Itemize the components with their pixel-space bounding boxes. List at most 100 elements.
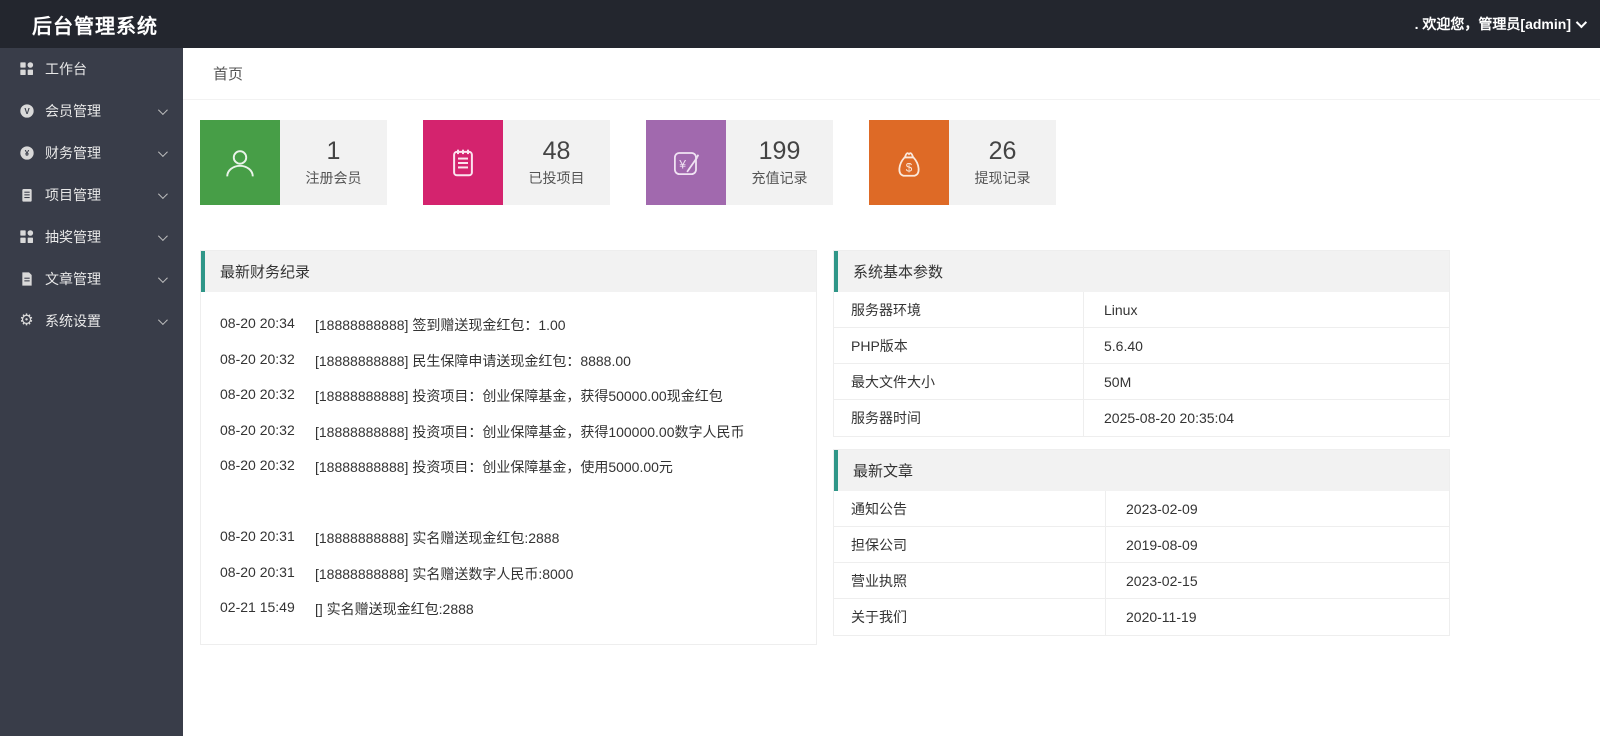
record-row: 02-21 15:49 [] 实名赠送现金红包:2888 bbox=[220, 599, 801, 620]
sidebar-item-projects[interactable]: 项目管理 bbox=[0, 174, 183, 216]
record-row: 08-20 20:31 [18888888888] 实名赠送数字人民币:8000 bbox=[220, 564, 801, 585]
article-title[interactable]: 营业执照 bbox=[834, 563, 1106, 598]
param-value: 2025-08-20 20:35:04 bbox=[1104, 410, 1234, 426]
record-text: [] 实名赠送现金红包:2888 bbox=[315, 601, 474, 617]
record-time: 08-20 20:32 bbox=[220, 457, 295, 473]
stat-value: 1 bbox=[326, 137, 341, 166]
sidebar-item-label: 文章管理 bbox=[45, 271, 101, 287]
breadcrumb-home[interactable]: 首页 bbox=[213, 63, 243, 84]
member-badge-icon: V bbox=[18, 103, 35, 120]
param-value: 5.6.40 bbox=[1104, 337, 1143, 354]
sidebar-item-workbench[interactable]: 工作台 bbox=[0, 48, 183, 90]
stat-label: 充值记录 bbox=[751, 169, 808, 186]
stat-cards: 1 注册会员 48 已投项目 ¥ 199 充值记录 $ 26 提现记录 bbox=[200, 120, 1600, 205]
sidebar-item-label: 抽奖管理 bbox=[45, 229, 101, 245]
sidebar-item-lottery[interactable]: 抽奖管理 bbox=[0, 216, 183, 258]
stat-card-withdraw-records: $ 26 提现记录 bbox=[869, 120, 1056, 205]
chevron-down-icon bbox=[157, 272, 168, 283]
record-row: 08-20 20:34 [18888888888] 签到赠送现金红包：1.00 bbox=[220, 315, 801, 336]
article-title[interactable]: 担保公司 bbox=[834, 527, 1106, 562]
article-date: 2020-11-19 bbox=[1126, 609, 1197, 625]
sidebar-item-label: 工作台 bbox=[45, 61, 87, 77]
finance-records-list: 08-20 20:34 [18888888888] 签到赠送现金红包：1.00 … bbox=[201, 292, 816, 644]
articles-table: 通知公告 2023-02-09 担保公司 2019-08-09 营业执照 202… bbox=[834, 491, 1449, 635]
yuan-circle-icon: ¥ bbox=[18, 145, 35, 162]
sidebar-item-finance[interactable]: ¥ 财务管理 bbox=[0, 132, 183, 174]
table-row: 最大文件大小 50M bbox=[834, 364, 1449, 400]
article-date: 2019-08-09 bbox=[1126, 536, 1198, 553]
record-row: 08-20 20:32 [18888888888] 投资项目：创业保障基金，获得… bbox=[220, 386, 801, 407]
main-content: 首页 1 注册会员 48 已投项目 ¥ 199 充值记录 $ 26 提现记录 最… bbox=[183, 48, 1600, 736]
record-time: 08-20 20:31 bbox=[220, 563, 295, 580]
system-params-panel: 系统基本参数 服务器环境 Linux PHP版本 5.6.40 最大文件大小 5 bbox=[833, 250, 1450, 437]
record-text: [18888888888] 民生保障申请送现金红包：8888.00 bbox=[315, 352, 631, 369]
stat-label: 已投项目 bbox=[528, 169, 585, 186]
table-row: PHP版本 5.6.40 bbox=[834, 328, 1449, 364]
grid-icon bbox=[18, 229, 35, 246]
article-title[interactable]: 通知公告 bbox=[834, 491, 1106, 526]
article-date: 2023-02-09 bbox=[1126, 500, 1198, 517]
param-label: 服务器时间 bbox=[834, 400, 1084, 436]
sidebar-item-articles[interactable]: 文章管理 bbox=[0, 258, 183, 300]
chevron-down-icon bbox=[1575, 16, 1588, 29]
record-text: [18888888888] 实名赠送数字人民币:8000 bbox=[315, 565, 574, 582]
sidebar-item-label: 会员管理 bbox=[45, 103, 101, 119]
record-time: 08-20 20:32 bbox=[220, 350, 295, 367]
system-params-table: 服务器环境 Linux PHP版本 5.6.40 最大文件大小 50M 服务器时… bbox=[834, 292, 1449, 436]
table-row: 服务器时间 2025-08-20 20:35:04 bbox=[834, 400, 1449, 436]
stat-card-members: 1 注册会员 bbox=[200, 120, 387, 205]
svg-text:¥: ¥ bbox=[24, 149, 29, 158]
record-row: 08-20 20:31 [18888888888] 实名赠送现金红包:2888 bbox=[220, 528, 801, 549]
table-row: 服务器环境 Linux bbox=[834, 292, 1449, 328]
grid-icon bbox=[18, 61, 35, 78]
table-row: 营业执照 2023-02-15 bbox=[834, 563, 1449, 599]
finance-records-panel: 最新财务纪录 08-20 20:34 [18888888888] 签到赠送现金红… bbox=[200, 250, 817, 645]
record-text: [18888888888] 投资项目：创业保障基金，使用5000.00元 bbox=[315, 459, 673, 475]
svg-text:V: V bbox=[24, 107, 30, 116]
record-time: 08-20 20:31 bbox=[220, 528, 295, 544]
chevron-down-icon bbox=[157, 230, 168, 241]
welcome-text: . 欢迎您，管理员[admin] bbox=[1414, 16, 1571, 32]
chevron-down-icon bbox=[157, 104, 168, 115]
user-menu[interactable]: . 欢迎您，管理员[admin] bbox=[1415, 14, 1600, 34]
chevron-down-icon bbox=[157, 146, 168, 157]
app-title: 后台管理系统 bbox=[32, 15, 158, 38]
stat-value: 26 bbox=[988, 137, 1017, 166]
latest-articles-panel: 最新文章 通知公告 2023-02-09 担保公司 2019-08-09 营业执… bbox=[833, 449, 1450, 636]
clipboard-icon bbox=[423, 120, 503, 205]
table-row: 担保公司 2019-08-09 bbox=[834, 527, 1449, 563]
record-text: [18888888888] 投资项目：创业保障基金，获得100000.00数字人… bbox=[315, 423, 745, 440]
stat-value: 199 bbox=[758, 137, 801, 166]
panel-title: 系统基本参数 bbox=[834, 251, 1449, 292]
param-label: 最大文件大小 bbox=[834, 364, 1084, 399]
table-row: 关于我们 2020-11-19 bbox=[834, 599, 1449, 635]
stat-label: 注册会员 bbox=[305, 169, 362, 186]
stat-label: 提现记录 bbox=[974, 169, 1031, 186]
breadcrumb-bar: 首页 bbox=[183, 48, 1600, 100]
sidebar: 工作台 V 会员管理 ¥ 财务管理 项目管理 抽奖管理 文章管理 ⚙ 系统设置 bbox=[0, 48, 183, 736]
record-row-empty bbox=[220, 493, 801, 514]
clipboard-icon bbox=[18, 187, 35, 204]
article-title[interactable]: 关于我们 bbox=[834, 599, 1106, 635]
stat-card-recharge-records: ¥ 199 充值记录 bbox=[646, 120, 833, 205]
chevron-down-icon bbox=[157, 188, 168, 199]
sidebar-item-members[interactable]: V 会员管理 bbox=[0, 90, 183, 132]
record-time: 08-20 20:32 bbox=[220, 386, 295, 402]
record-time: 08-20 20:34 bbox=[220, 315, 295, 331]
sidebar-item-label: 系统设置 bbox=[45, 313, 101, 329]
record-time: 08-20 20:32 bbox=[220, 421, 295, 438]
param-label: 服务器环境 bbox=[834, 292, 1084, 327]
chevron-down-icon bbox=[157, 314, 168, 325]
yuan-edit-icon: ¥ bbox=[646, 120, 726, 205]
table-row: 通知公告 2023-02-09 bbox=[834, 491, 1449, 527]
document-icon bbox=[18, 271, 35, 288]
stat-value: 48 bbox=[542, 137, 571, 166]
sidebar-item-settings[interactable]: ⚙ 系统设置 bbox=[0, 300, 183, 342]
money-bag-icon: $ bbox=[869, 120, 949, 205]
param-value: Linux bbox=[1104, 301, 1138, 318]
sidebar-item-label: 财务管理 bbox=[45, 145, 101, 161]
record-time: 02-21 15:49 bbox=[220, 599, 295, 615]
record-text: [18888888888] 投资项目：创业保障基金，获得50000.00现金红包 bbox=[315, 388, 723, 404]
record-row: 08-20 20:32 [18888888888] 投资项目：创业保障基金，获得… bbox=[220, 422, 801, 443]
record-row: 08-20 20:32 [18888888888] 投资项目：创业保障基金，使用… bbox=[220, 457, 801, 478]
